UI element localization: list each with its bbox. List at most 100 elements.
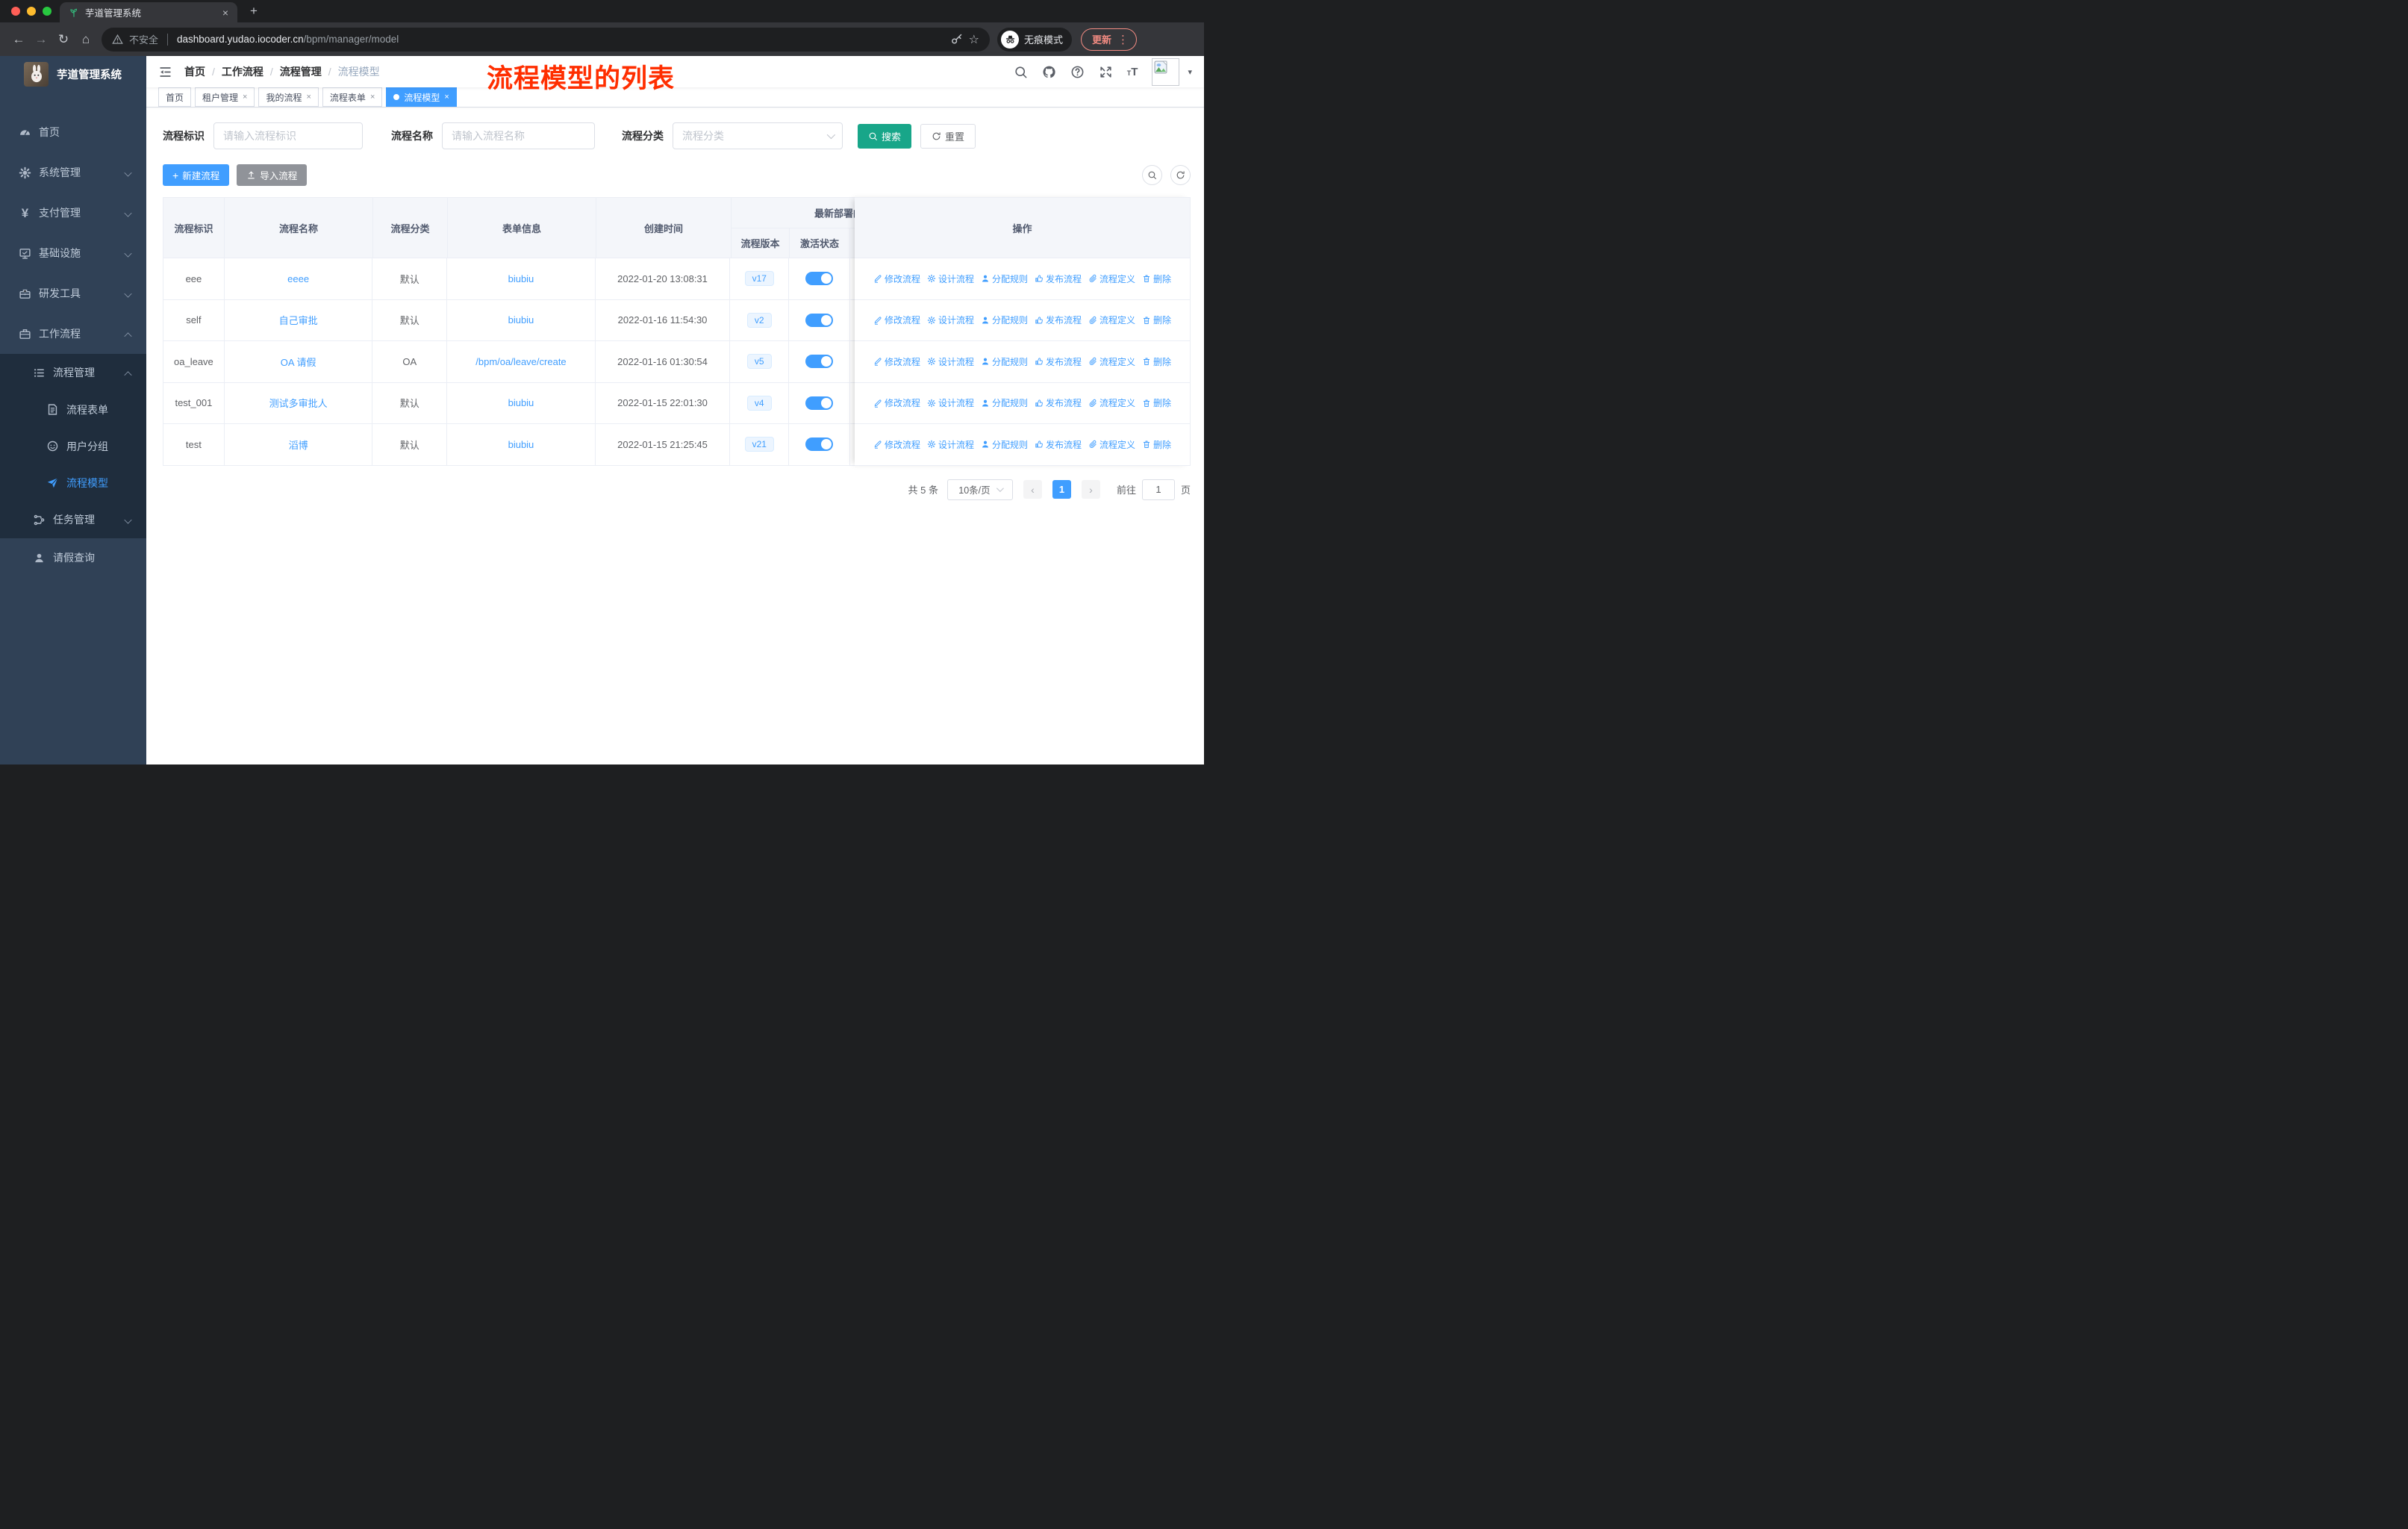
design-process-link[interactable]: 设计流程 — [927, 396, 974, 409]
tag-home[interactable]: 首页 — [158, 87, 192, 107]
close-tab-icon[interactable]: × — [219, 7, 231, 19]
close-window-button[interactable] — [11, 7, 20, 16]
assign-rule-link[interactable]: 分配规则 — [981, 314, 1028, 326]
edit-process-link[interactable]: 修改流程 — [873, 438, 920, 451]
close-icon[interactable]: × — [444, 93, 449, 102]
create-process-button[interactable]: + 新建流程 — [163, 164, 230, 186]
update-chip[interactable]: 更新 ⋮ — [1081, 28, 1138, 51]
sidebar-item-process-model[interactable]: 流程模型 — [0, 464, 146, 501]
minimize-window-button[interactable] — [27, 7, 36, 16]
sidebar-item-home[interactable]: 首页 — [0, 112, 146, 152]
publish-process-link[interactable]: 发布流程 — [1035, 438, 1082, 451]
reload-icon[interactable]: ↻ — [52, 28, 75, 51]
url-text[interactable]: dashboard.yudao.iocoder.cn/bpm/manager/m… — [177, 34, 399, 45]
assign-rule-link[interactable]: 分配规则 — [981, 273, 1028, 285]
sidebar-item-user-group[interactable]: 用户分组 — [0, 428, 146, 464]
sidebar-item-devtools[interactable]: 研发工具 — [0, 273, 146, 314]
maximize-window-button[interactable] — [43, 7, 52, 16]
sidebar-logo[interactable]: 芋道管理系统 — [0, 57, 146, 91]
version-badge[interactable]: v21 — [744, 437, 774, 452]
delete-link[interactable]: 删除 — [1142, 438, 1171, 451]
form-link[interactable]: biubiu — [508, 397, 534, 408]
edit-process-link[interactable]: 修改流程 — [873, 355, 920, 368]
active-toggle[interactable] — [805, 313, 834, 327]
goto-page-input[interactable] — [1141, 479, 1175, 500]
active-toggle[interactable] — [805, 396, 834, 410]
process-id-input[interactable] — [213, 122, 363, 149]
process-category-select[interactable]: 流程分类 — [673, 122, 843, 149]
browser-tab[interactable]: 芋道管理系统 × — [60, 2, 237, 22]
new-tab-button[interactable]: + — [245, 2, 263, 20]
update-label[interactable]: 更新 — [1092, 32, 1111, 46]
process-definition-link[interactable]: 流程定义 — [1088, 273, 1135, 285]
address-bar[interactable]: 不安全 dashboard.yudao.iocoder.cn/bpm/manag… — [102, 27, 990, 52]
github-icon[interactable] — [1042, 65, 1056, 79]
search-button[interactable]: 搜索 — [858, 123, 912, 149]
window-controls[interactable] — [11, 7, 52, 16]
design-process-link[interactable]: 设计流程 — [927, 314, 974, 326]
bookmark-star-icon[interactable]: ☆ — [969, 32, 979, 47]
sidebar-item-payment[interactable]: ¥ 支付管理 — [0, 193, 146, 233]
form-link[interactable]: /bpm/oa/leave/create — [475, 356, 566, 367]
browser-menu-icon[interactable]: ⋮ — [1117, 33, 1129, 46]
form-link[interactable]: biubiu — [508, 314, 534, 326]
edit-process-link[interactable]: 修改流程 — [873, 273, 920, 285]
process-definition-link[interactable]: 流程定义 — [1088, 396, 1135, 409]
design-process-link[interactable]: 设计流程 — [927, 355, 974, 368]
sidebar-item-leave-query[interactable]: 请假查询 — [0, 538, 146, 577]
avatar-caret-icon[interactable]: ▾ — [1188, 67, 1192, 77]
version-badge[interactable]: v4 — [746, 395, 772, 411]
tag-process-form[interactable]: 流程表单 × — [322, 87, 383, 107]
sidebar-fold-icon[interactable] — [158, 65, 172, 79]
process-definition-link[interactable]: 流程定义 — [1088, 314, 1135, 326]
search-icon[interactable] — [1014, 65, 1028, 79]
process-name-link[interactable]: OA 请假 — [281, 355, 316, 369]
active-toggle[interactable] — [805, 437, 834, 452]
edit-process-link[interactable]: 修改流程 — [873, 396, 920, 409]
process-name-input[interactable] — [442, 122, 595, 149]
delete-link[interactable]: 删除 — [1142, 273, 1171, 285]
sidebar-item-system[interactable]: 系统管理 — [0, 152, 146, 193]
help-icon[interactable] — [1070, 65, 1085, 79]
form-link[interactable]: biubiu — [508, 439, 534, 450]
design-process-link[interactable]: 设计流程 — [927, 438, 974, 451]
breadcrumb-item[interactable]: 流程管理 — [280, 64, 322, 79]
active-toggle[interactable] — [805, 355, 834, 369]
publish-process-link[interactable]: 发布流程 — [1035, 396, 1082, 409]
process-name-link[interactable]: eeee — [287, 273, 309, 284]
breadcrumb-item[interactable]: 工作流程 — [222, 64, 263, 79]
close-icon[interactable]: × — [243, 93, 247, 102]
reset-button[interactable]: 重置 — [920, 123, 976, 149]
sidebar-item-process-form[interactable]: 流程表单 — [0, 391, 146, 428]
tag-process-model-active[interactable]: 流程模型 × — [386, 87, 457, 107]
tag-my-process[interactable]: 我的流程 × — [258, 87, 319, 107]
process-definition-link[interactable]: 流程定义 — [1088, 438, 1135, 451]
assign-rule-link[interactable]: 分配规则 — [981, 438, 1028, 451]
assign-rule-link[interactable]: 分配规则 — [981, 355, 1028, 368]
design-process-link[interactable]: 设计流程 — [927, 273, 974, 285]
prev-page-button[interactable]: ‹ — [1023, 480, 1042, 499]
home-icon[interactable]: ⌂ — [75, 28, 97, 51]
avatar[interactable] — [1152, 58, 1180, 86]
delete-link[interactable]: 删除 — [1142, 396, 1171, 409]
process-name-link[interactable]: 自己审批 — [279, 313, 318, 327]
refresh-table-button[interactable] — [1170, 165, 1191, 185]
toggle-search-button[interactable] — [1142, 165, 1162, 185]
current-page-button[interactable]: 1 — [1052, 480, 1071, 499]
breadcrumb-item[interactable]: 首页 — [184, 64, 205, 79]
publish-process-link[interactable]: 发布流程 — [1035, 355, 1082, 368]
process-name-link[interactable]: 测试多审批人 — [269, 396, 328, 410]
version-badge[interactable]: v5 — [746, 354, 772, 370]
form-link[interactable]: biubiu — [508, 273, 534, 284]
delete-link[interactable]: 删除 — [1142, 355, 1171, 368]
font-size-icon[interactable]: TT — [1127, 66, 1138, 78]
next-page-button[interactable]: › — [1081, 480, 1100, 499]
sidebar-item-infrastructure[interactable]: 基础设施 — [0, 233, 146, 273]
version-badge[interactable]: v17 — [744, 271, 774, 287]
delete-link[interactable]: 删除 — [1142, 314, 1171, 326]
password-key-icon[interactable] — [950, 33, 963, 46]
publish-process-link[interactable]: 发布流程 — [1035, 314, 1082, 326]
active-toggle[interactable] — [805, 272, 834, 286]
forward-icon[interactable]: → — [30, 28, 52, 51]
back-icon[interactable]: ← — [7, 28, 30, 51]
